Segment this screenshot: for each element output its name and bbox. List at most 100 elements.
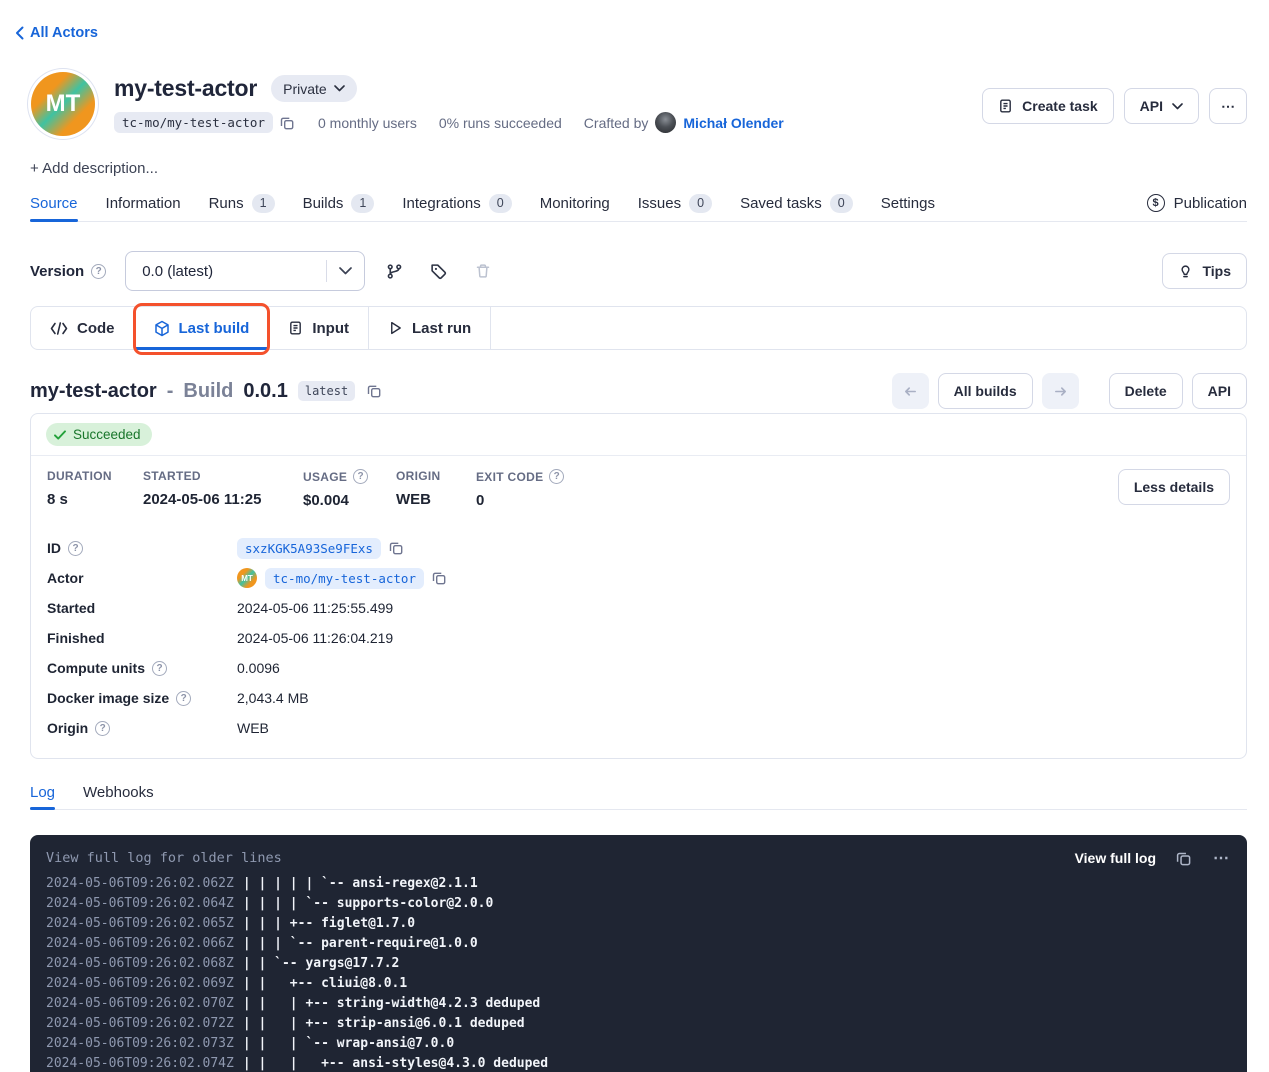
- nav-tab[interactable]: Saved tasks 0: [740, 185, 853, 221]
- log-lines: 2024-05-06T09:26:02.062Z| | | | | `-- an…: [46, 874, 1231, 1072]
- detail-row: Compute units ? 0.0096: [47, 653, 1230, 683]
- nav-tab-label: Integrations: [402, 195, 480, 212]
- log-line: 2024-05-06T09:26:02.069Z| | +-- cliui@8.…: [46, 974, 1231, 994]
- all-builds-button[interactable]: All builds: [938, 373, 1033, 409]
- ellipsis-icon[interactable]: ⋯: [1211, 846, 1231, 870]
- publication-link[interactable]: $ Publication: [1147, 185, 1247, 221]
- help-icon[interactable]: ?: [353, 469, 368, 484]
- nav-tab[interactable]: Builds 1: [303, 185, 375, 221]
- log-message: | | | `-- wrap-ansi@7.0.0: [243, 1036, 454, 1051]
- previous-build-button[interactable]: [892, 373, 929, 409]
- actor-id-pill[interactable]: tc-mo/my-test-actor: [114, 112, 273, 133]
- delete-build-button[interactable]: Delete: [1109, 373, 1183, 409]
- nav-tab[interactable]: Settings: [881, 185, 935, 221]
- detail-row: Docker image size ? 2,043.4 MB: [47, 683, 1230, 713]
- build-stat: DURATION 8 s: [47, 469, 143, 509]
- build-title: my-test-actor - Build 0.0.1 latest: [30, 380, 383, 403]
- log-message: | | `-- yargs@17.7.2: [243, 956, 400, 971]
- create-task-button[interactable]: Create task: [982, 88, 1114, 124]
- copy-icon[interactable]: [1174, 849, 1193, 868]
- help-icon[interactable]: ?: [68, 541, 83, 556]
- log-section-tabs: Log Webhooks: [30, 775, 1247, 810]
- log-line: 2024-05-06T09:26:02.068Z| | `-- yargs@17…: [46, 954, 1231, 974]
- nav-tab-label: Runs: [209, 195, 244, 212]
- chevron-left-icon: [15, 26, 24, 40]
- chevron-down-icon: [334, 85, 345, 92]
- add-description-link[interactable]: + Add description...: [30, 160, 158, 177]
- select-divider: [326, 260, 327, 282]
- detail-row: Started 2024-05-06 11:25:55.499: [47, 593, 1230, 623]
- privacy-dropdown[interactable]: Private: [271, 75, 357, 102]
- version-bar: Version ? 0.0 (latest): [30, 251, 1247, 291]
- nav-tab[interactable]: Information: [106, 185, 181, 221]
- build-stats-section: DURATION 8 s STARTED 2024-05-06 11:25: [31, 456, 1246, 528]
- breadcrumb-all-actors[interactable]: All Actors: [0, 0, 98, 41]
- next-build-button[interactable]: [1042, 373, 1079, 409]
- log-message: | | | +-- figlet@1.7.0: [243, 916, 415, 931]
- log-tab[interactable]: Log: [30, 775, 55, 809]
- copy-icon[interactable]: [278, 114, 296, 132]
- status-label: Succeeded: [73, 427, 141, 442]
- stat-label: ORIGIN: [396, 469, 440, 483]
- nav-tab[interactable]: Integrations 0: [402, 185, 511, 221]
- tag-icon[interactable]: [422, 255, 455, 288]
- log-timestamp: 2024-05-06T09:26:02.074Z: [46, 1056, 234, 1071]
- stat-label: USAGE: [303, 470, 347, 484]
- help-icon[interactable]: ?: [549, 469, 564, 484]
- version-select[interactable]: 0.0 (latest): [125, 251, 365, 291]
- monthly-users-stat: 0 monthly users: [318, 115, 417, 131]
- copy-icon[interactable]: [430, 569, 448, 587]
- checkmark-icon: [54, 430, 66, 440]
- author-link[interactable]: Michał Olender: [683, 115, 783, 131]
- help-icon[interactable]: ?: [152, 661, 167, 676]
- log-line: 2024-05-06T09:26:02.065Z| | | +-- figlet…: [46, 914, 1231, 934]
- tab-last-build-label: Last build: [179, 320, 250, 337]
- older-lines-link[interactable]: View full log for older lines: [46, 850, 282, 866]
- tab-last-run[interactable]: Last run: [369, 307, 491, 349]
- nav-tab[interactable]: Monitoring: [540, 185, 610, 221]
- git-branch-icon[interactable]: [378, 255, 411, 288]
- log-tab-label: Webhooks: [83, 784, 154, 801]
- nav-tab[interactable]: Runs 1: [209, 185, 275, 221]
- api-dropdown-button[interactable]: API: [1124, 88, 1199, 124]
- nav-tab-label: Monitoring: [540, 195, 610, 212]
- help-icon[interactable]: ?: [91, 264, 106, 279]
- build-id-pill[interactable]: sxzKGK5A93Se9FExs: [237, 538, 381, 559]
- help-icon[interactable]: ?: [95, 721, 110, 736]
- view-full-log-button[interactable]: View full log: [1075, 850, 1156, 866]
- author-avatar: [655, 112, 676, 133]
- help-icon[interactable]: ?: [176, 691, 191, 706]
- tab-last-build[interactable]: Last build: [135, 307, 270, 349]
- tab-input[interactable]: Input: [269, 307, 369, 349]
- tab-code-label: Code: [77, 320, 115, 337]
- build-title-dash: -: [167, 380, 174, 403]
- detail-label: Docker image size: [47, 690, 169, 706]
- build-api-button[interactable]: API: [1192, 373, 1247, 409]
- trash-icon[interactable]: [466, 255, 499, 288]
- log-message: | | | | | `-- ansi-regex@2.1.1: [243, 876, 478, 891]
- detail-value: WEB: [237, 720, 269, 736]
- log-message: | | | `-- parent-require@1.0.0: [243, 936, 478, 951]
- actor-avatar: MT: [31, 72, 95, 136]
- nav-tab-label: Information: [106, 195, 181, 212]
- log-tab[interactable]: Webhooks: [83, 775, 154, 809]
- copy-icon[interactable]: [387, 539, 405, 557]
- less-details-button[interactable]: Less details: [1118, 469, 1230, 505]
- tips-button[interactable]: Tips: [1162, 253, 1247, 289]
- tab-last-run-label: Last run: [412, 320, 471, 337]
- stat-value: WEB: [396, 491, 476, 508]
- runs-succeeded-stat: 0% runs succeeded: [439, 115, 562, 131]
- document-icon: [288, 320, 303, 336]
- copy-icon[interactable]: [365, 382, 383, 400]
- document-icon: [998, 98, 1013, 114]
- tab-code[interactable]: Code: [31, 307, 135, 349]
- nav-tab[interactable]: Issues 0: [638, 185, 712, 221]
- chevron-down-icon: [1172, 103, 1183, 110]
- actor-link-pill[interactable]: tc-mo/my-test-actor: [265, 568, 424, 589]
- detail-label: Started: [47, 600, 95, 616]
- detail-row-id: ID ? sxzKGK5A93Se9FExs: [47, 533, 1230, 563]
- more-actions-button[interactable]: ⋯: [1209, 88, 1247, 124]
- nav-tab-label: Settings: [881, 195, 935, 212]
- nav-tab-label: Builds: [303, 195, 344, 212]
- nav-tab[interactable]: Source: [30, 185, 78, 221]
